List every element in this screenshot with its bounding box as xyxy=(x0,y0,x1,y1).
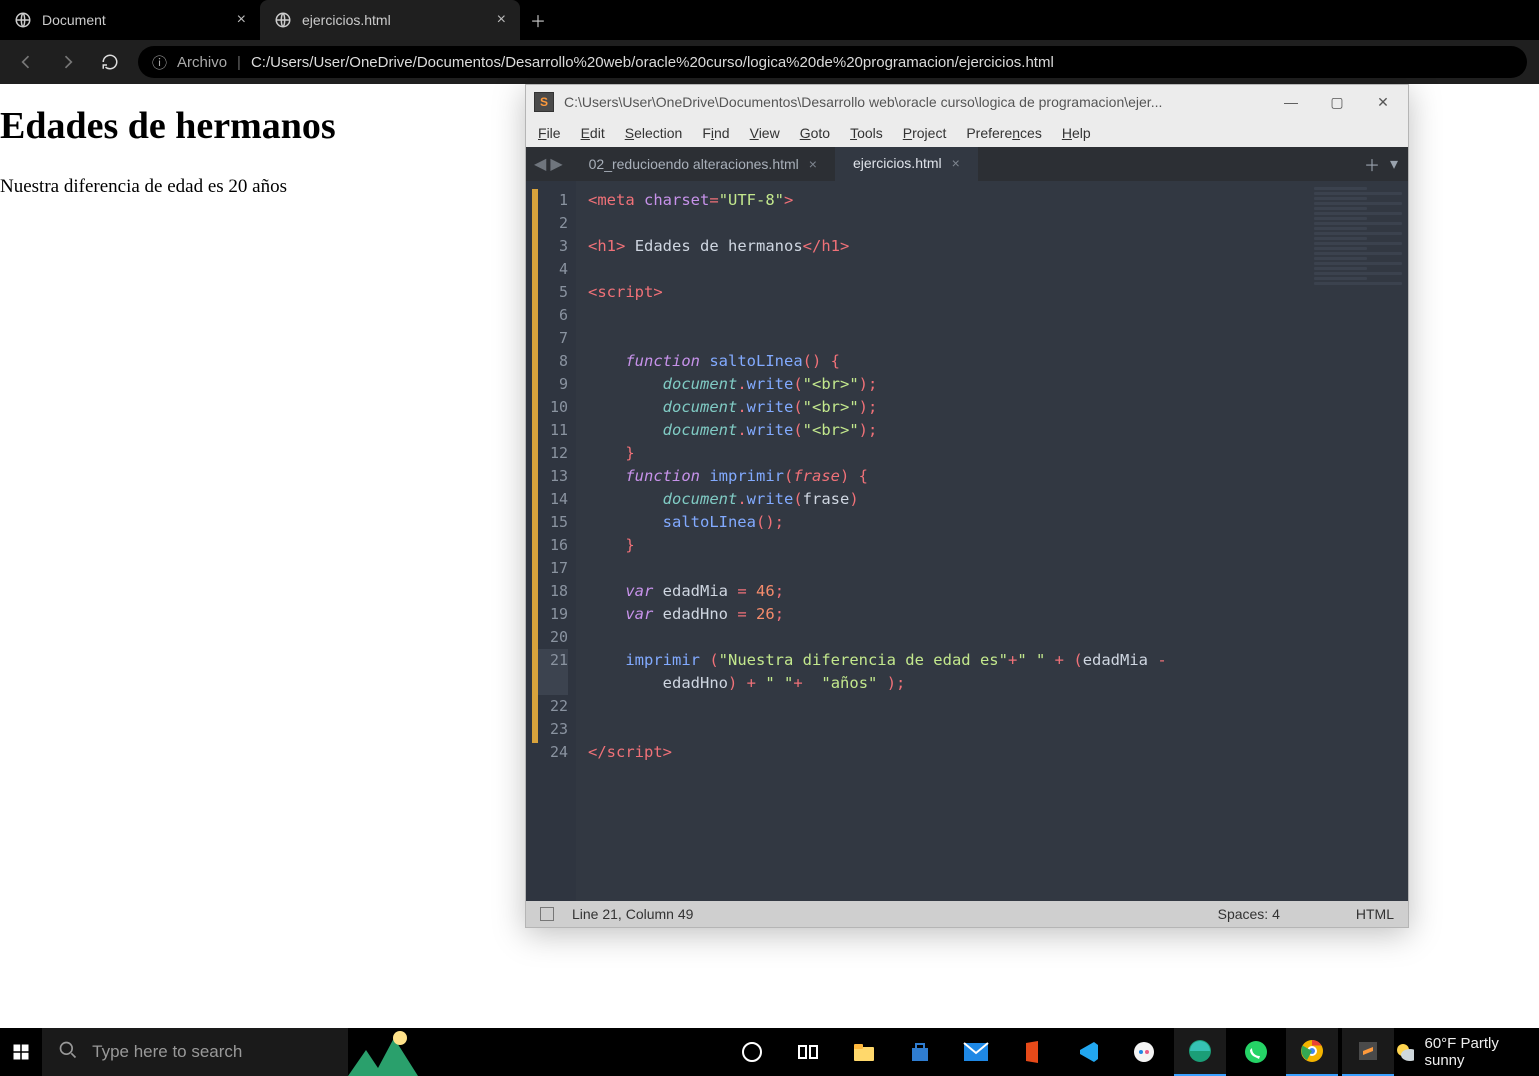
chrome-icon[interactable] xyxy=(1286,1028,1338,1076)
copilot-icon[interactable] xyxy=(1118,1028,1170,1076)
menu-tools[interactable]: Tools xyxy=(850,125,883,141)
address-bar[interactable]: ⓘ Archivo | C:/Users/User/OneDrive/Docum… xyxy=(138,46,1527,78)
search-icon xyxy=(58,1040,78,1065)
line-number-gutter: 123456789 1011121314151617 18192021 2223… xyxy=(526,181,576,901)
menu-goto[interactable]: Goto xyxy=(800,125,830,141)
status-syntax[interactable]: HTML xyxy=(1356,906,1394,922)
url-protocol: Archivo xyxy=(177,54,227,71)
close-icon[interactable]: × xyxy=(497,12,506,28)
editor-tab-02reducioendo[interactable]: 02_reducioendo alteraciones.html × xyxy=(571,147,835,181)
reload-button[interactable] xyxy=(96,48,124,76)
editor-code[interactable]: <meta charset="UTF-8"> <h1> Edades de he… xyxy=(576,181,1308,901)
editor-tab-label: ejercicios.html xyxy=(853,155,942,171)
browser-tab-ejercicios[interactable]: ejercicios.html × xyxy=(260,0,520,40)
tab-menu-icon[interactable]: ▾ xyxy=(1390,154,1398,174)
sublime-window: S C:\Users\User\OneDrive\Documentos\Desa… xyxy=(525,84,1409,928)
url-path: C:/Users/User/OneDrive/Documentos/Desarr… xyxy=(251,54,1054,71)
weather-text: 60°F Partly sunny xyxy=(1424,1035,1519,1069)
taskbar-weather[interactable]: 60°F Partly sunny xyxy=(1394,1035,1539,1069)
sublime-taskbar-icon[interactable] xyxy=(1342,1028,1394,1076)
editor-tab-ejercicios[interactable]: ejercicios.html × xyxy=(835,147,978,181)
browser-tabbar: Document × ejercicios.html × ＋ xyxy=(0,0,1539,40)
sublime-title: C:\Users\User\OneDrive\Documentos\Desarr… xyxy=(564,94,1272,110)
taskbar-apps xyxy=(648,1028,1394,1076)
new-tab-icon[interactable]: ＋ xyxy=(1364,152,1380,176)
editor-body: 123456789 1011121314151617 18192021 2223… xyxy=(526,181,1408,901)
menu-help[interactable]: Help xyxy=(1062,125,1091,141)
edge-icon[interactable] xyxy=(1174,1028,1226,1076)
cortana-icon[interactable] xyxy=(726,1028,778,1076)
new-tab-button[interactable]: ＋ xyxy=(520,0,556,40)
menu-edit[interactable]: Edit xyxy=(581,125,605,141)
weather-icon xyxy=(1394,1041,1415,1063)
vscode-icon[interactable] xyxy=(1062,1028,1114,1076)
maximize-button[interactable]: ▢ xyxy=(1328,94,1346,111)
taskbar-search[interactable]: Type here to search xyxy=(42,1028,348,1076)
menu-project[interactable]: Project xyxy=(903,125,947,141)
sublime-menubar: File Edit Selection Find View Goto Tools… xyxy=(526,119,1408,147)
menu-preferences[interactable]: Preferences xyxy=(966,125,1042,141)
globe-icon xyxy=(14,11,32,29)
info-icon: ⓘ xyxy=(152,52,167,73)
taskview-icon[interactable] xyxy=(782,1028,834,1076)
browser-tab-document[interactable]: Document × xyxy=(0,0,260,40)
sublime-tabrow: ◀ ▶ 02_reducioendo alteraciones.html × e… xyxy=(526,147,1408,181)
minimize-button[interactable]: — xyxy=(1282,94,1300,111)
back-button[interactable] xyxy=(12,48,40,76)
globe-icon xyxy=(274,11,292,29)
status-cursor[interactable]: Line 21, Column 49 xyxy=(572,906,693,922)
status-indent[interactable]: Spaces: 4 xyxy=(1218,906,1280,922)
sublime-app-icon: S xyxy=(534,92,554,112)
close-icon[interactable]: × xyxy=(952,155,960,171)
whatsapp-icon[interactable] xyxy=(1230,1028,1282,1076)
browser-toolbar: ⓘ Archivo | C:/Users/User/OneDrive/Docum… xyxy=(0,40,1539,84)
windows-taskbar: Type here to search 60°F Partly sunny xyxy=(0,1028,1539,1076)
panel-toggle-icon[interactable] xyxy=(540,907,554,921)
menu-selection[interactable]: Selection xyxy=(625,125,683,141)
sublime-titlebar[interactable]: S C:\Users\User\OneDrive\Documentos\Desa… xyxy=(526,85,1408,119)
tab-prev-icon[interactable]: ◀ xyxy=(534,154,546,174)
close-window-button[interactable]: ✕ xyxy=(1374,94,1392,111)
menu-view[interactable]: View xyxy=(750,125,780,141)
mail-icon[interactable] xyxy=(950,1028,1002,1076)
browser-tab-label: ejercicios.html xyxy=(302,12,391,28)
close-icon[interactable]: × xyxy=(237,12,246,28)
minimap[interactable] xyxy=(1308,181,1408,901)
office-icon[interactable] xyxy=(1006,1028,1058,1076)
start-button[interactable] xyxy=(0,1043,42,1061)
forward-button[interactable] xyxy=(54,48,82,76)
close-icon[interactable]: × xyxy=(809,156,817,172)
sublime-statusbar: Line 21, Column 49 Spaces: 4 HTML xyxy=(526,901,1408,927)
menu-find[interactable]: Find xyxy=(702,125,729,141)
taskbar-search-placeholder: Type here to search xyxy=(92,1042,242,1062)
tab-next-icon[interactable]: ▶ xyxy=(550,154,562,174)
menu-file[interactable]: File xyxy=(538,125,561,141)
store-icon[interactable] xyxy=(894,1028,946,1076)
editor-tab-label: 02_reducioendo alteraciones.html xyxy=(589,156,799,172)
explorer-icon[interactable] xyxy=(838,1028,890,1076)
browser-tab-label: Document xyxy=(42,12,106,28)
